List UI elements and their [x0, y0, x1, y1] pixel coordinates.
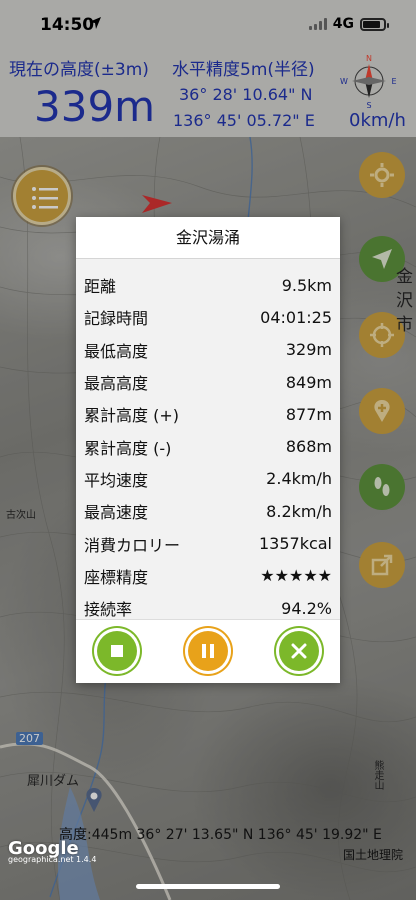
network-type: 4G — [332, 16, 354, 32]
speed-value: 0km/h — [349, 110, 406, 131]
stat-row-avg-speed: 平均速度 2.4km/h — [84, 463, 332, 495]
altitude-value: 339m — [34, 82, 156, 131]
pause-button[interactable] — [188, 631, 228, 671]
stat-value: 849m — [285, 372, 332, 392]
stat-label: 消費カロリー — [84, 535, 181, 555]
stop-button[interactable] — [97, 631, 137, 671]
stat-row-calories: 消費カロリー 1357kcal — [84, 527, 332, 559]
stat-row-max-speed: 最高速度 8.2km/h — [84, 495, 332, 527]
stat-row-ascent: 累計高度 (+) 877m — [84, 398, 332, 430]
compass-n: N — [366, 54, 372, 63]
compass-s: S — [366, 101, 371, 110]
rating-stars: ★★★★★ — [260, 566, 332, 586]
stat-value: 9.5km — [281, 275, 332, 295]
stat-value: 94.2% — [281, 598, 332, 618]
stat-label: 記録時間 — [84, 309, 149, 329]
stat-value: 2.4km/h — [266, 469, 332, 489]
stat-label: 距離 — [84, 277, 117, 297]
cursor-coordinates: 高度:445m 36° 27' 13.65" N 136° 45' 19.92"… — [59, 827, 382, 843]
stat-label: 接続率 — [84, 600, 133, 620]
stat-row-accuracy: 座標精度 ★★★★★ — [84, 560, 332, 592]
stat-row-duration: 記録時間 04:01:25 — [84, 301, 332, 333]
track-summary-dialog: 金沢湯涌 距離 9.5km 記録時間 04:01:25 最低高度 329m 最高… — [76, 217, 340, 683]
stats-list: 距離 9.5km 記録時間 04:01:25 最低高度 329m 最高高度 84… — [76, 259, 340, 624]
stat-label: 累計高度 (+) — [84, 406, 179, 426]
stat-label: 最高高度 — [84, 374, 149, 394]
header-panel: 14:50 4G 現在の高度(±3m) 339m 水平精度5m(半径) 36° … — [0, 0, 416, 137]
compass-w: W — [340, 77, 348, 86]
close-icon — [291, 643, 307, 659]
stat-label: 座標精度 — [84, 567, 149, 587]
map-attribution: 国土地理院 — [343, 848, 404, 862]
status-time: 14:50 — [40, 15, 95, 35]
stat-row-max-altitude: 最高高度 849m — [84, 366, 332, 398]
stat-row-descent: 累計高度 (-) 868m — [84, 430, 332, 462]
stat-label: 累計高度 (-) — [84, 438, 172, 458]
stat-label: 最低高度 — [84, 341, 149, 361]
longitude-value: 136° 45' 05.72" E — [173, 111, 315, 130]
latitude-value: 36° 28' 10.64" N — [179, 85, 313, 104]
stat-value: 8.2km/h — [266, 501, 332, 521]
stat-value: 04:01:25 — [260, 307, 332, 327]
stat-row-distance: 距離 9.5km — [84, 269, 332, 301]
home-indicator[interactable] — [136, 884, 280, 889]
status-indicators: 4G — [308, 16, 389, 32]
altitude-label: 現在の高度(±3m) — [9, 60, 149, 80]
compass-icon[interactable]: N S E W — [340, 52, 398, 110]
pause-icon — [202, 644, 214, 658]
stat-value: 868m — [285, 437, 332, 457]
compass-e: E — [391, 77, 396, 86]
stat-value: 329m — [285, 340, 332, 360]
stop-icon — [111, 645, 123, 657]
app-version: geographica.net 1.4.4 — [8, 855, 97, 864]
stat-label: 最高速度 — [84, 503, 149, 523]
dialog-actions — [76, 619, 340, 683]
close-button[interactable] — [279, 631, 319, 671]
stat-value: 1357kcal — [258, 534, 332, 554]
stat-value: 877m — [285, 404, 332, 424]
battery-icon — [360, 17, 389, 31]
stat-row-min-altitude: 最低高度 329m — [84, 334, 332, 366]
stat-label: 平均速度 — [84, 470, 149, 490]
accuracy-label: 水平精度5m(半径) — [172, 60, 315, 80]
dialog-title: 金沢湯涌 — [76, 217, 340, 259]
signal-icon — [308, 18, 327, 30]
location-arrow-icon — [89, 17, 101, 29]
